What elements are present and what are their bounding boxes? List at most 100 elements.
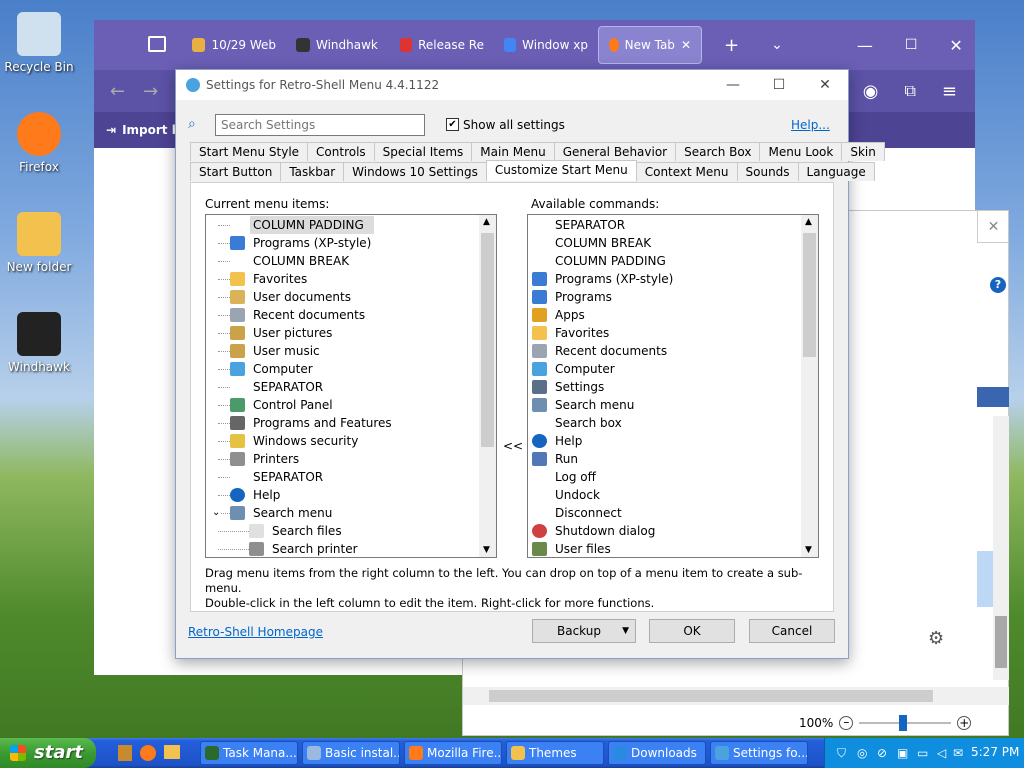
browser-tab-4[interactable]: New Tab ✕ <box>598 26 702 64</box>
zoom-out-icon[interactable]: – <box>839 716 854 730</box>
available-commands-list[interactable]: SEPARATOR COLUMN BREAK COLUMN PADDING Progr… <box>527 214 819 558</box>
taskbar-button-5[interactable]: Settings fo... <box>710 741 808 765</box>
list-item[interactable]: Favorites <box>528 324 818 342</box>
scroll-thumb[interactable] <box>995 616 1007 668</box>
list-item[interactable]: Printers <box>206 450 496 468</box>
tab-controls[interactable]: Controls <box>307 142 375 161</box>
taskbar-button-0[interactable]: Task Mana... <box>200 741 298 765</box>
tab-special-items[interactable]: Special Items <box>373 142 473 161</box>
list-item[interactable]: Programs (XP-style) <box>206 234 496 252</box>
desktop-icon-folder[interactable]: New folder <box>4 212 74 274</box>
list-item[interactable]: Favorites <box>206 270 496 288</box>
list-item[interactable]: Search files <box>206 522 496 540</box>
list-item[interactable]: Search printer <box>206 540 496 557</box>
cancel-button[interactable]: Cancel <box>749 619 835 643</box>
firefox-icon[interactable] <box>140 745 156 761</box>
browser-tab-1[interactable]: Windhawk <box>286 26 390 64</box>
clock[interactable]: 5:27 PM <box>971 745 1019 759</box>
mute-icon[interactable]: ⊘ <box>877 746 887 760</box>
gear-icon[interactable]: ⚙ <box>928 628 944 649</box>
account-icon[interactable]: ◉ <box>863 81 879 102</box>
back-icon[interactable]: ← <box>110 81 125 102</box>
list-item[interactable]: Undock <box>528 486 818 504</box>
vertical-scrollbar[interactable]: ▲ ▼ <box>479 215 496 557</box>
tab-start-button[interactable]: Start Button <box>190 162 282 181</box>
tab-start-menu-style[interactable]: Start Menu Style <box>190 142 309 161</box>
current-items-list[interactable]: COLUMN PADDING Programs (XP-style) COLUMN … <box>205 214 497 558</box>
taskbar-button-2[interactable]: Mozilla Fire... <box>404 741 502 765</box>
show-all-checkbox[interactable]: ✔ <box>446 118 459 131</box>
extensions-icon[interactable]: ⧉ <box>904 81 915 101</box>
list-item[interactable]: User files <box>528 540 818 557</box>
scroll-thumb[interactable] <box>489 690 933 702</box>
horizontal-scrollbar[interactable] <box>463 687 1009 705</box>
list-item[interactable]: Search menu <box>528 396 818 414</box>
close-window-icon[interactable]: ✕ <box>949 36 962 55</box>
vertical-scrollbar[interactable] <box>993 416 1009 680</box>
scroll-down-icon[interactable]: ▼ <box>805 545 812 555</box>
backup-button[interactable]: Backup ▼ <box>532 619 636 643</box>
list-item[interactable]: Windows security <box>206 432 496 450</box>
notification-icon[interactable]: ✉ <box>953 746 963 760</box>
list-item[interactable]: Help <box>206 486 496 504</box>
desktop-icon-windhawk[interactable]: Windhawk <box>4 312 74 374</box>
list-item[interactable]: Computer <box>528 360 818 378</box>
list-item[interactable]: COLUMN BREAK <box>528 234 818 252</box>
list-item[interactable]: Shutdown dialog <box>528 522 818 540</box>
list-item[interactable]: SEPARATOR <box>206 468 496 486</box>
taskbar-button-1[interactable]: Basic instal... <box>302 741 400 765</box>
scroll-thumb[interactable] <box>481 233 494 447</box>
list-item[interactable]: Control Panel <box>206 396 496 414</box>
tab-skin[interactable]: Skin <box>841 142 885 161</box>
shield-icon[interactable]: ⛉ <box>837 746 846 761</box>
browser-tab-2[interactable]: Release Re <box>390 26 494 64</box>
list-item[interactable]: COLUMN PADDING <box>206 216 496 234</box>
tab-menu-look[interactable]: Menu Look <box>759 142 843 161</box>
new-tab-icon[interactable]: + <box>724 35 739 56</box>
list-item[interactable]: Search box <box>528 414 818 432</box>
tab-sounds[interactable]: Sounds <box>736 162 799 181</box>
zoom-slider[interactable] <box>859 715 952 731</box>
tab-taskbar[interactable]: Taskbar <box>280 162 345 181</box>
list-item[interactable]: ⌄ Search menu <box>206 504 496 522</box>
folder-icon[interactable] <box>164 745 180 759</box>
close-icon[interactable]: ✕ <box>802 70 848 100</box>
scroll-up-icon[interactable]: ▲ <box>483 217 490 227</box>
taskbar-button-3[interactable]: Themes <box>506 741 604 765</box>
chevron-down-icon[interactable]: ⌄ <box>771 37 783 53</box>
tab-search-box[interactable]: Search Box <box>675 142 761 161</box>
search-settings-input[interactable] <box>215 114 425 136</box>
network-icon[interactable]: ◎ <box>857 746 867 760</box>
vertical-scrollbar[interactable]: ▲ ▼ <box>801 215 818 557</box>
tab-context-menu[interactable]: Context Menu <box>635 162 738 181</box>
list-item[interactable]: Run <box>528 450 818 468</box>
list-item[interactable]: Disconnect <box>528 504 818 522</box>
zoom-in-icon[interactable]: + <box>957 716 972 730</box>
tab-general-behavior[interactable]: General Behavior <box>553 142 677 161</box>
list-item[interactable]: Programs (XP-style) <box>528 270 818 288</box>
desktop-icon-firefox[interactable]: Firefox <box>4 112 74 174</box>
display-icon[interactable]: ▭ <box>917 746 928 760</box>
scroll-thumb[interactable] <box>803 233 816 357</box>
dropdown-arrow-icon[interactable]: ▼ <box>622 620 629 642</box>
windhawk-tray-icon[interactable]: ▣ <box>897 746 908 760</box>
list-item[interactable]: SEPARATOR <box>206 378 496 396</box>
ok-button[interactable]: OK <box>649 619 735 643</box>
list-item[interactable]: User documents <box>206 288 496 306</box>
menu-icon[interactable]: ≡ <box>942 81 957 102</box>
browser-tab-3[interactable]: Window xp <box>494 26 598 64</box>
tab-language[interactable]: Language <box>797 162 875 181</box>
list-item[interactable]: Log off <box>528 468 818 486</box>
start-button[interactable]: start <box>0 738 96 768</box>
close-tab-icon[interactable]: ✕ <box>681 38 691 52</box>
taskbar-button-4[interactable]: Downloads <box>608 741 706 765</box>
list-item[interactable]: User pictures <box>206 324 496 342</box>
maximize-icon[interactable]: ☐ <box>756 70 802 100</box>
list-item[interactable]: Help <box>528 432 818 450</box>
tab-overview-icon[interactable] <box>148 36 166 52</box>
tab-customize-start-menu[interactable]: Customize Start Menu <box>485 160 637 181</box>
forward-icon[interactable]: → <box>143 81 158 102</box>
help-icon[interactable]: ? <box>990 277 1006 293</box>
list-item[interactable]: Computer <box>206 360 496 378</box>
list-item[interactable]: SEPARATOR <box>528 216 818 234</box>
